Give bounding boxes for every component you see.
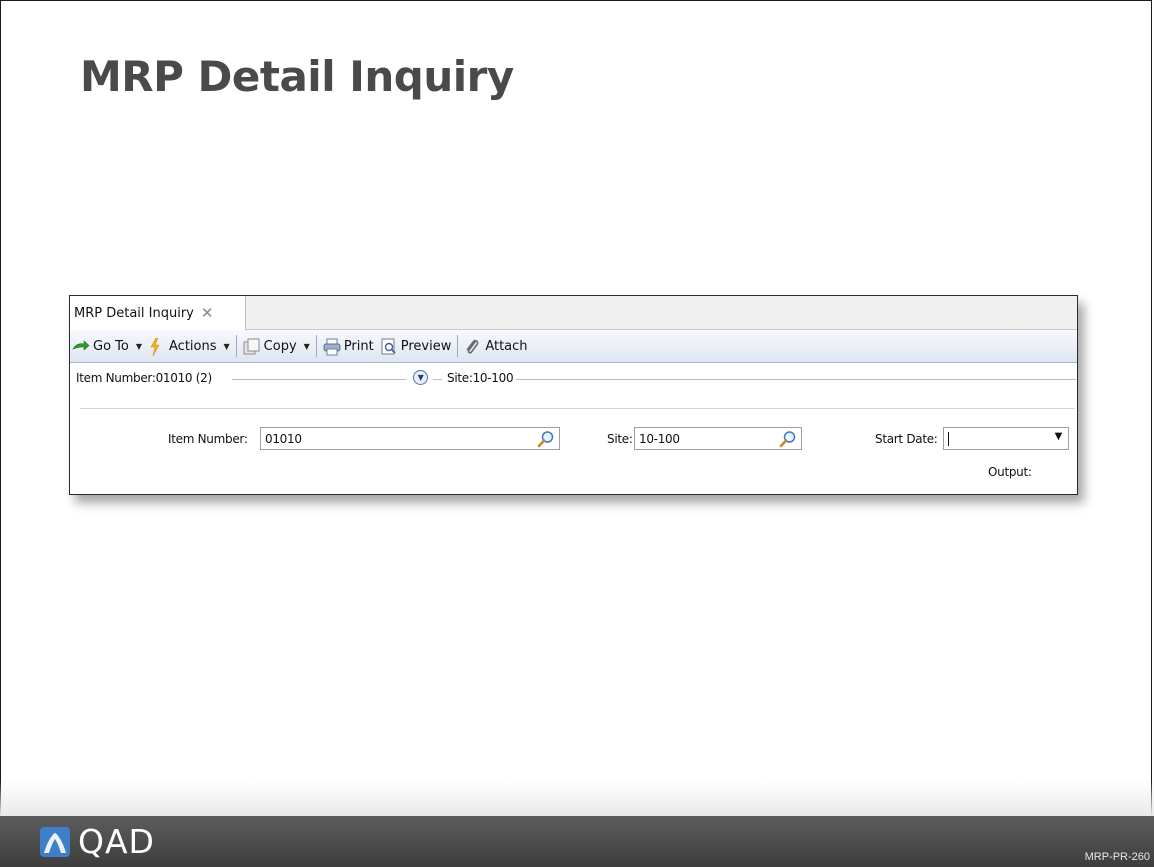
copy-label: Copy: [263, 338, 297, 354]
site-label: Site:: [607, 432, 633, 446]
site-summary: Site:10-100: [447, 371, 514, 385]
start-date-label: Start Date:: [875, 432, 938, 446]
site-value: 10-100: [639, 431, 680, 446]
summary-rule: [516, 379, 1076, 380]
preview-icon: [380, 338, 396, 355]
item-number-field[interactable]: 01010: [260, 427, 560, 450]
qad-logo: QAD: [40, 822, 155, 861]
chevron-down-icon: ▼: [303, 341, 310, 351]
printer-icon: [323, 338, 341, 356]
chevron-down-icon[interactable]: ▼: [1055, 431, 1063, 442]
summary-rule: [232, 379, 406, 380]
form-divider: [80, 408, 1075, 409]
paperclip-icon: [464, 338, 480, 354]
start-date-field[interactable]: ▼: [943, 427, 1069, 450]
go-to-label: Go To: [93, 338, 129, 354]
close-icon[interactable]: ✕: [201, 305, 214, 321]
chevron-down-icon: ▼: [223, 341, 230, 351]
toolbar-divider: [457, 335, 459, 357]
preview-button[interactable]: Preview: [380, 338, 452, 355]
magnifier-icon[interactable]: [537, 430, 555, 448]
summary-rule: [433, 379, 442, 380]
chevron-down-icon: ▼: [135, 341, 143, 351]
tab-label: MRP Detail Inquiry: [74, 305, 194, 321]
print-label: Print: [343, 338, 374, 354]
toolbar-divider: [235, 335, 237, 357]
slide-code: MRP-PR-260: [1084, 851, 1150, 863]
green-arrow-icon: [72, 338, 90, 354]
attach-label: Attach: [485, 338, 528, 354]
go-to-button[interactable]: Go To ▼: [72, 338, 142, 354]
preview-label: Preview: [400, 338, 452, 354]
magnifier-icon[interactable]: [779, 430, 797, 448]
footer-fade: [0, 780, 1154, 816]
qad-logo-mark-icon: [40, 826, 70, 857]
site-field[interactable]: 10-100: [634, 427, 802, 450]
text-cursor: [948, 431, 949, 446]
copy-icon: [243, 338, 260, 355]
item-number-label: Item Number:: [168, 432, 248, 446]
tab-mrp-detail-inquiry[interactable]: MRP Detail Inquiry ✕: [70, 296, 246, 330]
brand-name: QAD: [78, 822, 155, 861]
output-label: Output:: [988, 465, 1032, 479]
tab-strip: MRP Detail Inquiry ✕: [70, 296, 1077, 330]
item-number-summary: Item Number:01010 (2): [76, 371, 212, 385]
actions-button[interactable]: Actions ▼: [148, 337, 230, 357]
toolbar-divider: [315, 335, 317, 357]
lightning-icon: [148, 337, 164, 357]
print-button[interactable]: Print: [323, 338, 374, 356]
mrp-window: MRP Detail Inquiry ✕ Go To ▼ Actions ▼ C…: [69, 295, 1078, 495]
actions-label: Actions: [169, 338, 217, 354]
toolbar: Go To ▼ Actions ▼ Copy ▼ Print Preview A…: [70, 330, 1077, 363]
footer-bar: QAD MRP-PR-260: [0, 816, 1154, 867]
chevron-down-circle-icon[interactable]: ▼: [413, 370, 428, 385]
copy-button[interactable]: Copy ▼: [243, 338, 310, 355]
attach-button[interactable]: Attach: [464, 338, 528, 354]
slide-title: MRP Detail Inquiry: [80, 52, 514, 101]
item-number-value: 01010: [265, 431, 302, 446]
selection-summary-bar: Item Number:01010 (2) ▼ Site:10-100: [70, 367, 1077, 391]
